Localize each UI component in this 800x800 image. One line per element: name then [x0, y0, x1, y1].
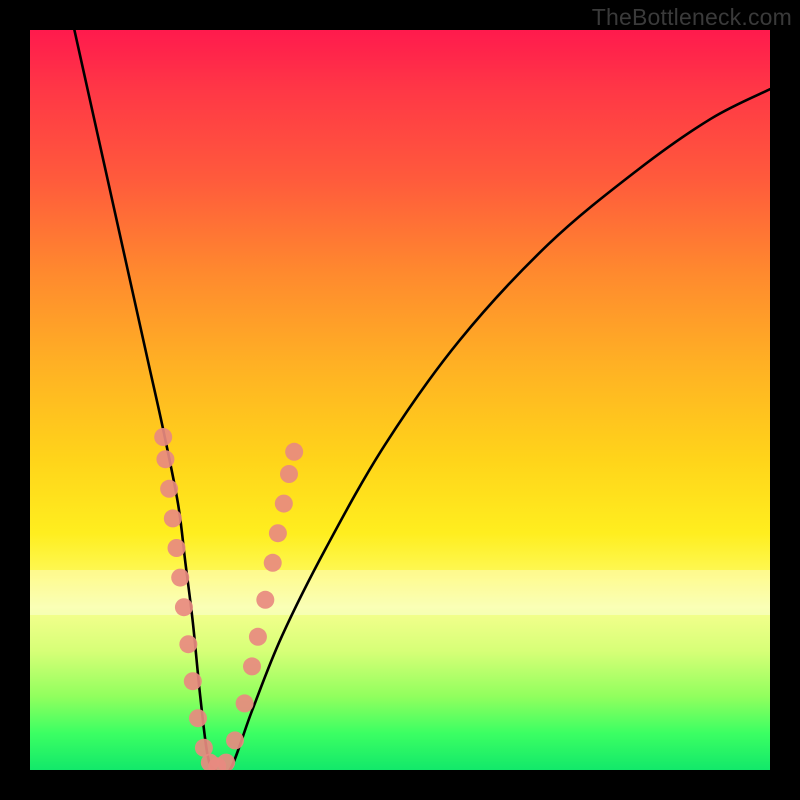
- highlight-dot: [179, 635, 197, 653]
- highlight-dot: [249, 628, 267, 646]
- highlight-dot: [156, 450, 174, 468]
- highlight-dot: [285, 443, 303, 461]
- highlight-dot: [164, 509, 182, 527]
- highlight-dot: [217, 754, 235, 770]
- highlight-dot: [236, 694, 254, 712]
- highlight-dot: [280, 465, 298, 483]
- curve-layer: [30, 30, 770, 770]
- highlight-dot: [160, 480, 178, 498]
- highlight-dot: [275, 495, 293, 513]
- watermark-text: TheBottleneck.com: [592, 4, 792, 31]
- highlight-dots: [154, 428, 303, 770]
- highlight-dot: [175, 598, 193, 616]
- highlight-dot: [184, 672, 202, 690]
- highlight-dot: [243, 657, 261, 675]
- highlight-dot: [256, 591, 274, 609]
- highlight-dot: [168, 539, 186, 557]
- chart-container: TheBottleneck.com: [0, 0, 800, 800]
- highlight-dot: [226, 731, 244, 749]
- highlight-dot: [171, 569, 189, 587]
- highlight-dot: [264, 554, 282, 572]
- bottleneck-curve: [74, 30, 770, 770]
- highlight-dot: [269, 524, 287, 542]
- highlight-dot: [189, 709, 207, 727]
- highlight-dot: [154, 428, 172, 446]
- plot-area: [30, 30, 770, 770]
